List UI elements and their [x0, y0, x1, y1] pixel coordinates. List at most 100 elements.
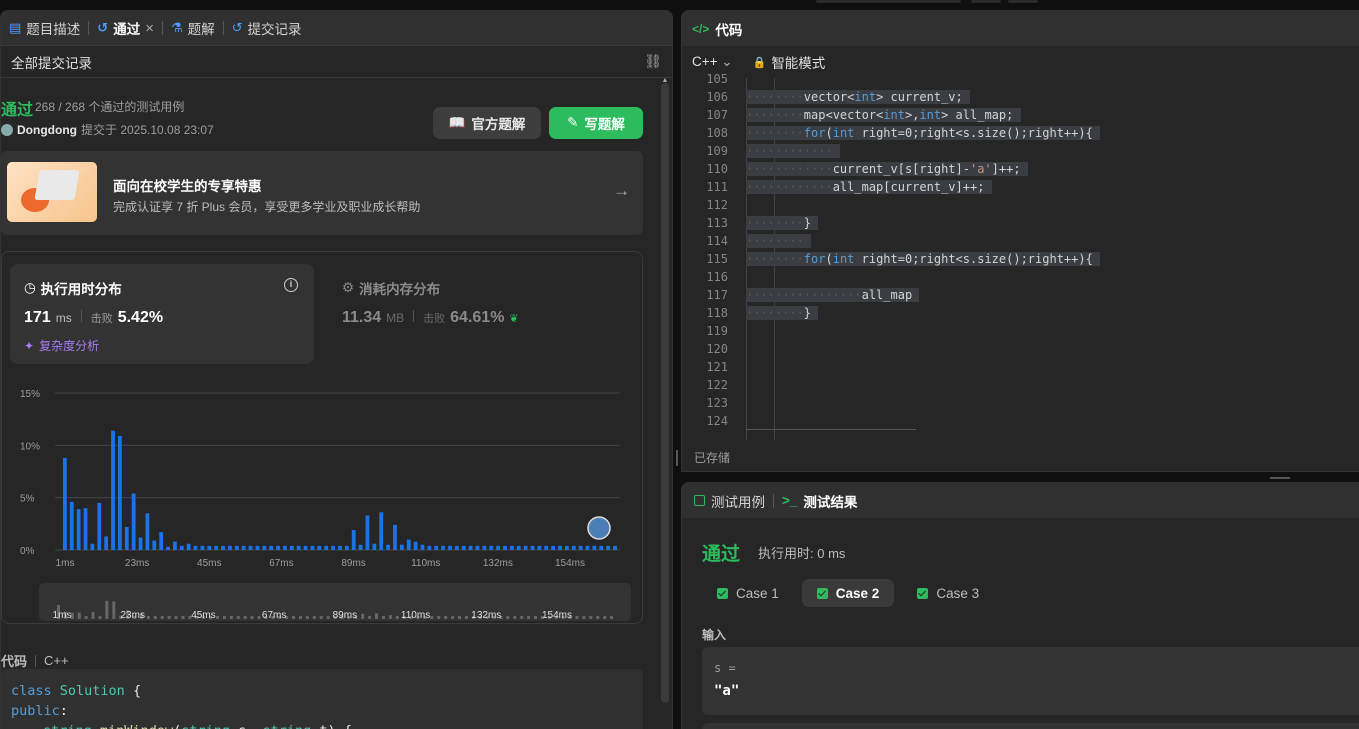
code-line: ········for(int right=0;right<s.size();r…	[746, 126, 1101, 140]
chevron-down-icon: ⌄	[721, 54, 733, 69]
username[interactable]: Dongdong	[17, 123, 77, 137]
navigator-bar	[98, 616, 102, 619]
tab-accepted[interactable]: ↺ 通过 ×	[89, 11, 162, 45]
chart-bar	[76, 509, 81, 550]
case-label: Case 1	[736, 585, 779, 601]
check-icon	[816, 587, 828, 599]
info-icon[interactable]: i	[284, 278, 298, 292]
tab-submissions[interactable]: ↺ 提交记录	[224, 11, 310, 45]
write-solution-button[interactable]: ✎ 写题解	[549, 107, 643, 139]
navigator-bar	[174, 616, 178, 619]
line-number: 105	[706, 72, 728, 86]
chart-svg: 15% 10% 5% 0% 1ms 23ms 45ms 67ms 89ms 110ms 132ms 1…	[20, 389, 631, 621]
tab-testcases[interactable]: 测试用例	[694, 491, 765, 511]
chart-bar	[482, 545, 487, 550]
tab-description[interactable]: ▤ 题目描述	[1, 11, 88, 45]
chart-bar	[173, 541, 177, 550]
panel-resize-handle[interactable]	[676, 450, 678, 466]
status-badge: 通过	[1, 102, 34, 119]
code-line: ········map<vector<int>,int> all_map;	[746, 108, 1021, 122]
case-tab[interactable]: Case 1	[702, 579, 794, 607]
complexity-analysis-link[interactable]: ✦ 复杂度分析	[24, 337, 99, 354]
arrow-right-icon[interactable]: →	[613, 181, 630, 201]
memory-card[interactable]: ⚙ 消耗内存分布 11.34 MB 击败 64.61% ❦	[328, 264, 628, 364]
editor-header: </> 代码	[682, 11, 1359, 46]
chart-bar	[365, 515, 370, 550]
x-tick-label: 67ms	[269, 558, 293, 569]
line-number: 110	[706, 162, 728, 176]
case-tab[interactable]: Case 3	[902, 579, 994, 607]
panel-resize-handle[interactable]	[1270, 477, 1290, 479]
smart-mode-toggle[interactable]: 🔒 智能模式	[753, 52, 826, 72]
chip-icon: ⚙	[342, 280, 355, 295]
chart-bar	[351, 530, 356, 550]
chart-bar	[131, 493, 136, 550]
chart-bar	[399, 544, 404, 550]
chart-bar	[441, 545, 445, 550]
navigator-bar	[236, 616, 240, 619]
chart-bar	[138, 537, 143, 550]
chart-bar	[248, 545, 253, 550]
link-icon[interactable]: ⛓	[644, 53, 662, 70]
chart-bar	[613, 545, 617, 550]
code-line: ············all_map[current_v]++;	[746, 180, 992, 194]
chart-bar	[63, 457, 67, 550]
navigator-bar	[603, 616, 607, 619]
avatar	[1, 123, 13, 136]
chart-bar	[111, 430, 115, 550]
chart-bar	[269, 545, 274, 550]
navigator-bar	[91, 611, 95, 619]
scrollbar[interactable]	[661, 83, 669, 703]
code-line: ········vector<int> current_v;	[746, 90, 970, 104]
x-tick-label: 45ms	[197, 558, 221, 569]
navigator-tick-label: 110ms	[401, 610, 430, 621]
case-tab[interactable]: Case 2	[801, 579, 895, 607]
navigator-bar	[222, 616, 226, 619]
code-icon: </>	[692, 21, 710, 36]
chart-bar	[372, 543, 377, 550]
navigator-bar	[457, 616, 461, 619]
language-select[interactable]: C++ ⌄	[692, 54, 733, 70]
runtime-distribution-chart: 15% 10% 5% 0% 1ms 23ms 45ms 67ms 89ms 110ms 132ms 1…	[2, 372, 642, 622]
x-tick-label: 1ms	[56, 558, 75, 569]
code-line: public:	[11, 703, 68, 719]
navigator-bar	[520, 616, 524, 619]
chart-bar	[344, 545, 349, 550]
code-editor[interactable]: 105 106 ········vector<int> current_v; 107…	[682, 72, 1359, 440]
chart-bar	[228, 545, 232, 550]
tab-testresult[interactable]: >_ 测试结果	[782, 491, 857, 511]
line-number: 114	[706, 234, 728, 248]
navigator-bar	[181, 616, 185, 619]
description-icon: ▤	[9, 20, 22, 35]
navigator-bar	[292, 616, 296, 619]
y-tick-label: 15%	[20, 389, 40, 400]
code-section-header: 代码 C++	[1, 651, 69, 670]
tab-solutions[interactable]: ⚗ 题解	[163, 11, 223, 45]
y-tick-label: 5%	[20, 494, 35, 505]
user-position-marker	[587, 516, 611, 540]
runtime-number: 171	[24, 309, 51, 326]
case-tabs: Case 1 Case 2 Case 3	[702, 579, 994, 607]
lock-icon: 🔒	[752, 56, 767, 69]
chart-bar	[578, 545, 583, 550]
memory-value: 11.34 MB 击败 64.61% ❦	[342, 309, 519, 327]
input-var-name: s =	[714, 661, 736, 675]
chart-bar	[186, 543, 191, 550]
chart-bar	[118, 435, 122, 550]
check-icon	[917, 587, 929, 599]
chart-bar	[97, 502, 102, 550]
line-number: 119	[706, 324, 728, 338]
navigator-bar	[589, 616, 593, 619]
chart-bar	[276, 545, 280, 550]
test-case-count: 268 / 268 个通过的测试用例	[35, 100, 185, 114]
official-solution-button[interactable]: 📖 官方题解	[433, 107, 541, 139]
runtime-card[interactable]: ◷ 执行用时分布 i 171 ms 击败 5.42% ✦ 复杂度分析	[10, 264, 314, 364]
runtime-title: ◷ 执行用时分布	[24, 278, 122, 298]
result-runtime: 执行用时: 0 ms	[758, 546, 846, 561]
navigator-bar	[84, 616, 88, 619]
test-panel: 测试用例 >_ 测试结果 通过 执行用时: 0 ms Case 1 Case 2…	[681, 482, 1359, 729]
navigator-bar	[596, 616, 600, 619]
chart-bar	[413, 541, 418, 550]
close-icon[interactable]: ×	[145, 20, 154, 37]
promo-banner[interactable]: 面向在校学生的专享特惠 完成认证享 7 折 Plus 会员，享受更多学业及职业成…	[1, 151, 643, 235]
